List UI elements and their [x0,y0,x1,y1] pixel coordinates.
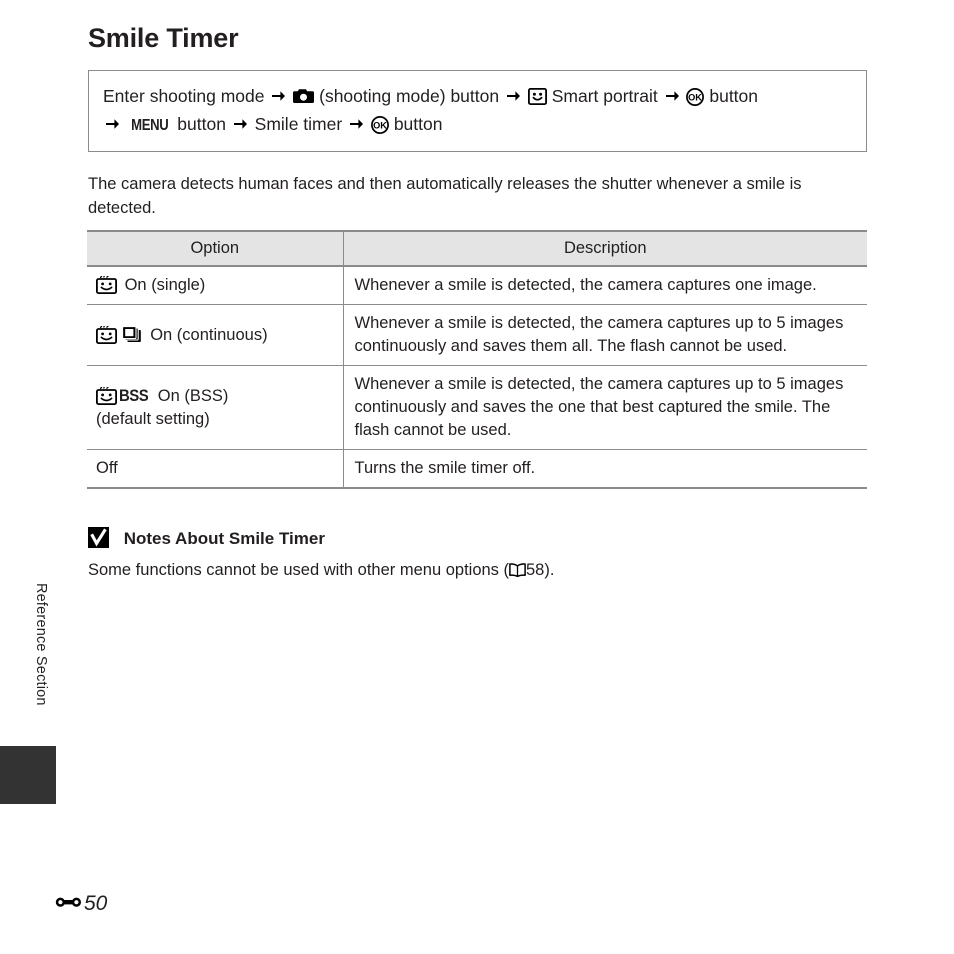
right-arrow-icon [105,116,120,132]
description-cell: Turns the smile timer off. [343,449,867,489]
table-row: Off Turns the smile timer off. [87,449,867,489]
navigation-path-line-1: Enter shooting mode (shooting mode) butt… [103,82,852,110]
ok-button-icon: OK [686,88,705,106]
smile-timer-icon [96,387,117,405]
right-arrow-icon [233,116,248,132]
notes-body-page: 58 [526,561,545,579]
nav-text-ok-button: button [709,86,759,106]
notes-body-before: Some functions cannot be used with other… [88,561,509,579]
navigation-path-box: Enter shooting mode (shooting mode) butt… [88,70,867,152]
option-label: On (BSS) [157,387,229,405]
option-cell-on-single: On (single) [87,266,344,305]
continuous-stack-icon [121,325,142,343]
book-reference-icon [509,563,526,577]
option-cell-on-continuous: On (continuous) [87,304,344,366]
svg-text:OK: OK [373,121,387,131]
table-header-row: Option Description [87,230,867,267]
nav-text-smart-portrait: Smart portrait [551,86,658,106]
right-arrow-icon [271,88,286,104]
page-footer: 50 [55,892,107,916]
option-label: On (continuous) [150,325,268,344]
ok-button-icon: OK [370,116,389,134]
checkmark-badge-icon [88,527,109,548]
side-tab-marker [0,746,56,804]
description-cell: Whenever a smile is detected, the camera… [343,266,867,305]
navigation-path-line-2: MENU button Smile timer OK button [103,110,852,140]
smart-portrait-icon [527,88,547,105]
option-cell-on-bss: BSS On (BSS) (default setting) [87,365,344,450]
column-header-description: Description [343,230,867,267]
svg-text:OK: OK [689,93,703,103]
nav-text-shooting-mode-button: (shooting mode) button [319,86,500,106]
notes-body: Some functions cannot be used with other… [88,559,868,582]
table-row: BSS On (BSS) (default setting) Whenever … [87,365,867,450]
camera-icon [293,88,315,104]
option-cell-off: Off [87,449,344,489]
footer-page-number: 50 [84,892,108,915]
page-title: Smile Timer [88,23,239,53]
description-cell: Whenever a smile is detected, the camera… [343,365,867,450]
notes-heading: Notes About Smile Timer [88,527,325,549]
smile-timer-icon [96,276,117,294]
option-label: On (single) [124,276,206,294]
right-arrow-icon [349,116,364,132]
nav-text-enter-shooting-mode: Enter shooting mode [103,86,265,106]
nav-text-menu-button: button [177,114,226,134]
notes-heading-text: Notes About Smile Timer [123,529,325,548]
notes-body-after: ). [544,561,555,579]
nav-text-smile-timer: Smile timer [254,114,343,134]
menu-button-icon: MENU [130,117,169,134]
right-arrow-icon [665,88,680,104]
table-row: On (single) Whenever a smile is detected… [87,266,867,305]
intro-paragraph: The camera detects human faces and then … [88,175,802,217]
smile-timer-options-table: Option Description On (single) Whenever … [87,230,867,489]
bss-icon: BSS [118,386,149,405]
nav-text-ok-button: button [393,114,443,134]
table-row: On (continuous) Whenever a smile is dete… [87,304,867,366]
description-cell: Whenever a smile is detected, the camera… [343,304,867,366]
column-header-option: Option [87,230,344,267]
document-page: Reference Section Smile Timer Enter shoo… [0,0,954,954]
option-sublabel: (default setting) [96,410,210,428]
reference-section-symbol-icon [55,895,82,910]
right-arrow-icon [506,88,521,104]
side-tab-label: Reference Section [33,583,49,706]
option-label: Off [96,459,118,477]
smile-timer-icon [96,325,117,344]
